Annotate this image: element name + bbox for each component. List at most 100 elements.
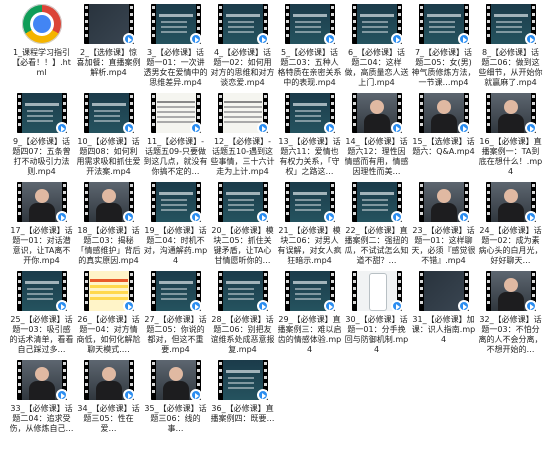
file-name-label: 28_【必修课】话题二06：别把友谊维系处成恶意报复.mp4: [210, 315, 275, 354]
filmstrip-left: [150, 93, 156, 133]
file-item[interactable]: 7_【必修课】话题二05：女(男)神气质修炼方法，一节课…mp4: [410, 0, 477, 89]
file-item[interactable]: 19_【必修课】话题二04：时机不对，沟通解药.mp4: [142, 178, 209, 267]
video-play-badge-icon: [524, 300, 536, 311]
file-item[interactable]: 26_【必修课】话题一04：对方情商低，如何化解尬聊天模式.…: [75, 267, 142, 356]
video-play-badge-icon: [457, 122, 469, 133]
file-item[interactable]: 27_【必修课】话题二05：你说的都对，但这不重要.mp4: [142, 267, 209, 356]
video-thumbnail: [217, 4, 268, 44]
file-item[interactable]: 3_【必修课】话题一01：一次讲透男女在爱情中的思维差异.mp4: [142, 0, 209, 89]
video-thumbnail: [16, 271, 67, 311]
video-thumbnail: [217, 360, 268, 400]
video-thumbnail: [485, 93, 536, 133]
file-name-label: 1_课程学习指引【必看！！】.html: [12, 48, 71, 77]
video-play-badge-icon: [390, 33, 402, 44]
file-item[interactable]: 8_【必修课】话题二06：做到这些细节，从开始你就赢麻了.mp4: [477, 0, 544, 89]
file-item[interactable]: 6_【必修课】话题二04：这样做，高质量恋人送上门.mp4: [343, 0, 410, 89]
file-name-label: 11_【必修课】-话题五09-只要做到这几点，就没有你搞不定的…: [143, 137, 208, 176]
filmstrip-left: [217, 93, 223, 133]
file-item[interactable]: 14_【必修课】话题六12：理性因情感而有用，情感因理性而美…: [343, 89, 410, 178]
file-name-label: 31_【必修课】加课：识人指南.mp4: [411, 315, 476, 344]
filmstrip-left: [83, 4, 89, 44]
video-play-badge-icon: [524, 122, 536, 133]
video-play-badge-icon: [189, 211, 201, 222]
file-item[interactable]: 2_【选修课】惊喜加餐：直播案例解析.mp4: [75, 0, 142, 89]
video-thumbnail: [83, 271, 134, 311]
file-item[interactable]: 32_【必修课】话题一03：不怕分离的人不会分离，不想开始的…: [477, 267, 544, 356]
file-item[interactable]: 34_【必修课】话题三05：性在爱…: [75, 356, 142, 445]
file-name-label: 5_【必修课】话题二03：五种人格特质在亲密关系中的表现.mp4: [277, 48, 342, 87]
video-thumbnail: [150, 360, 201, 400]
video-thumbnail: [217, 271, 268, 311]
file-item[interactable]: 35_【必修课】话题三06：线的事…: [142, 356, 209, 445]
file-name-label: 10_【必修课】话题四08：如何利用需求吸和抓住爱开法案.mp4: [76, 137, 141, 176]
file-name-label: 32_【必修课】话题一03：不怕分离的人不会分离，不想开始的…: [478, 315, 543, 354]
video-thumbnail: [16, 182, 67, 222]
file-item[interactable]: 28_【必修课】话题二06：别把友谊维系处成恶意报复.mp4: [209, 267, 276, 356]
person-body-shape: [28, 381, 55, 400]
video-thumbnail: [217, 182, 268, 222]
filmstrip-left: [83, 360, 89, 400]
file-item[interactable]: 15_【选修课】话题六：Q&A.mp4: [410, 89, 477, 178]
file-item[interactable]: 36_【必修课】直播案例四：既要…: [209, 356, 276, 445]
video-play-badge-icon: [524, 33, 536, 44]
video-thumbnail: [418, 93, 469, 133]
file-name-label: 24_【必修课】话题一02：成为素病心头的白月光，好好聊天…: [478, 226, 543, 265]
video-play-badge-icon: [457, 211, 469, 222]
file-item[interactable]: 25_【必修课】话题一03：吸引感的话术清单，看看自己踩过多…: [8, 267, 75, 356]
video-thumbnail: [150, 182, 201, 222]
video-thumbnail: [150, 271, 201, 311]
video-thumbnail: [83, 182, 134, 222]
file-item[interactable]: 1_课程学习指引【必看！！】.html: [8, 0, 75, 89]
file-item[interactable]: 29_【必修课】直播案例三：难以启齿的情感体验.mp4: [276, 267, 343, 356]
person-body-shape: [497, 292, 524, 311]
file-item[interactable]: 4_【必修课】话题一02：如何用对方的思维和对方谈恋爱.mp4: [209, 0, 276, 89]
file-item[interactable]: 24_【必修课】话题一02：成为素病心头的白月光，好好聊天…: [477, 178, 544, 267]
filmstrip-left: [16, 360, 22, 400]
file-item[interactable]: 20_【必修课】模块二05：抓住关键矛盾，让TA心甘情愿听你的…: [209, 178, 276, 267]
file-item[interactable]: 10_【必修课】话题四08：如何利用需求吸和抓住爱开法案.mp4: [75, 89, 142, 178]
file-name-label: 22_【必修课】直播案例二：强扭的瓜，不试试怎么知道不甜？…: [344, 226, 409, 265]
person-head-shape: [503, 100, 518, 114]
file-name-label: 19_【必修课】话题二04：时机不对，沟通解药.mp4: [143, 226, 208, 265]
video-play-badge-icon: [55, 211, 67, 222]
video-play-badge-icon: [122, 300, 134, 311]
file-name-label: 27_【必修课】话题二05：你说的都对，但这不重要.mp4: [144, 315, 207, 354]
video-play-badge-icon: [457, 300, 469, 311]
file-item[interactable]: 11_【必修课】-话题五09-只要做到这几点，就没有你搞不定的…: [142, 89, 209, 178]
filmstrip-left: [16, 93, 22, 133]
file-item[interactable]: 5_【必修课】话题二03：五种人格特质在亲密关系中的表现.mp4: [276, 0, 343, 89]
file-item[interactable]: 21_【必修课】模块二06：对男人有误解，对女人疯狂暗示.mp4: [276, 178, 343, 267]
file-item[interactable]: 33_【必修课】话题二04：追求受伤，从修炼自己…: [8, 356, 75, 445]
video-play-badge-icon: [122, 211, 134, 222]
file-name-label: 15_【选修课】话题六：Q&A.mp4: [412, 137, 475, 156]
file-item[interactable]: 17_【必修课】话题一01：对话潜意识，让TA离不开你.mp4: [8, 178, 75, 267]
person-head-shape: [436, 100, 451, 114]
filmstrip-left: [284, 4, 290, 44]
file-item[interactable]: 13_【必修课】话题六11：爱情也有权力关系，「守权」之路这…: [276, 89, 343, 178]
video-thumbnail: [418, 4, 469, 44]
video-play-badge-icon: [256, 389, 268, 400]
file-item[interactable]: 31_【必修课】加课：识人指南.mp4: [410, 267, 477, 356]
file-item[interactable]: 30_【必修课】话题一01：分手挽回与防御机制.mp4: [343, 267, 410, 356]
filmstrip-left: [217, 360, 223, 400]
filmstrip-left: [418, 271, 424, 311]
video-thumbnail: [150, 4, 201, 44]
person-body-shape: [162, 381, 189, 400]
file-item[interactable]: 16_【必修课】直播案例一：TA到底在想什么！.mp4: [477, 89, 544, 178]
file-item[interactable]: 22_【必修课】直播案例二：强扭的瓜，不试试怎么知道不甜？…: [343, 178, 410, 267]
video-thumbnail: [351, 93, 402, 133]
file-item[interactable]: 12_【必修课】-话题五10-遇到这些事情，三十六计走为上计.mp4: [209, 89, 276, 178]
person-head-shape: [34, 189, 49, 203]
filmstrip-left: [351, 271, 357, 311]
video-play-badge-icon: [256, 33, 268, 44]
file-item[interactable]: 18_【必修课】话题二03：揭秘「情感维护」背后的真实原因.mp4: [75, 178, 142, 267]
filmstrip-left: [217, 4, 223, 44]
file-item[interactable]: 9_【必修课】话题四07：五条曾打不动吸引力法则.mp4: [8, 89, 75, 178]
filmstrip-left: [284, 93, 290, 133]
file-name-label: 30_【必修课】话题一01：分手挽回与防御机制.mp4: [344, 315, 409, 354]
file-name-label: 21_【必修课】模块二06：对男人有误解，对女人疯狂暗示.mp4: [277, 226, 342, 265]
file-name-label: 33_【必修课】话题二04：追求受伤，从修炼自己…: [9, 404, 74, 433]
file-item[interactable]: 23_【必修课】话题一01：这样聊天，必须『感觉很不错』.mp4: [410, 178, 477, 267]
file-name-label: 7_【必修课】话题二05：女(男)神气质修炼方法，一节课…mp4: [411, 48, 476, 87]
filmstrip-left: [485, 4, 491, 44]
